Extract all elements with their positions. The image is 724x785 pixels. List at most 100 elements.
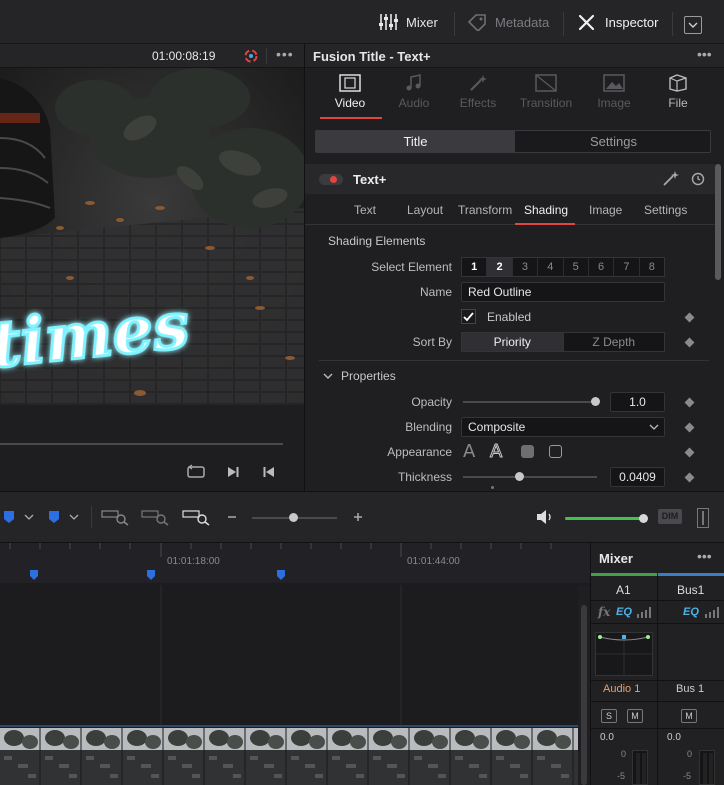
solo-button-a1[interactable]: S: [601, 709, 617, 723]
element-5[interactable]: 5: [564, 258, 589, 276]
subtab-transform[interactable]: Transform: [458, 203, 512, 217]
segment-settings[interactable]: Settings: [516, 131, 711, 152]
magic-wand-icon[interactable]: [662, 171, 680, 187]
element-4[interactable]: 4: [538, 258, 564, 276]
fader-a1[interactable]: [632, 750, 648, 785]
segment-title[interactable]: Title: [316, 131, 515, 152]
dim-button[interactable]: DIM: [658, 509, 682, 524]
mixer-panel: Mixer ••• A1 Bus1 fx EQ EQ Audio 1 Bus 1…: [590, 543, 724, 785]
enabled-checkbox[interactable]: [461, 309, 476, 324]
go-to-start-icon[interactable]: [262, 465, 276, 479]
keyframe-thickness[interactable]: [684, 472, 695, 483]
top-toolbar: Mixer Metadata Inspector: [0, 0, 724, 44]
keyframe-blending[interactable]: [684, 422, 695, 433]
timeline-ruler[interactable]: 01:01:18:00 01:01:44:00: [0, 543, 590, 585]
tracks-scrollbar[interactable]: [578, 585, 590, 785]
zoom-custom-icon[interactable]: [182, 508, 212, 526]
name-input[interactable]: Red Outline: [461, 282, 665, 302]
fx-button[interactable]: fx: [598, 605, 610, 619]
thickness-slider[interactable]: [463, 472, 597, 489]
tool-enable-toggle[interactable]: [319, 174, 343, 185]
element-8[interactable]: 8: [640, 258, 664, 276]
opacity-value: 1.0: [629, 395, 646, 409]
volume-slider[interactable]: [565, 514, 648, 523]
blending-select[interactable]: Composite: [461, 417, 665, 437]
thickness-slider-handle[interactable]: [515, 472, 524, 481]
reset-icon[interactable]: [690, 171, 706, 187]
subtab-layout[interactable]: Layout: [407, 203, 443, 217]
appearance-box-icon[interactable]: [549, 445, 562, 458]
speaker-icon[interactable]: [535, 508, 555, 526]
flag-icon[interactable]: [3, 510, 15, 524]
thickness-input[interactable]: 0.0409: [610, 467, 665, 487]
zoom-in-icon[interactable]: [352, 511, 364, 523]
tab-audio[interactable]: Audio: [384, 74, 444, 110]
next-frame-icon[interactable]: [226, 465, 240, 479]
opacity-input[interactable]: 1.0: [610, 392, 665, 412]
inspector-options-icon[interactable]: •••: [697, 46, 712, 62]
marker-icon[interactable]: [276, 569, 286, 581]
marker-icon[interactable]: [48, 510, 60, 524]
tab-video[interactable]: Video: [320, 74, 380, 110]
fader-bus1[interactable]: [699, 750, 715, 785]
segment-settings-label: Settings: [590, 134, 637, 149]
appearance-solid-icon[interactable]: A: [463, 441, 475, 462]
meter-toggle[interactable]: [697, 508, 709, 528]
appearance-outline-icon[interactable]: A: [489, 441, 502, 463]
subtab-settings[interactable]: Settings: [644, 203, 687, 217]
element-7[interactable]: 7: [614, 258, 640, 276]
channel-a1-level: 0.0: [600, 732, 614, 743]
appearance-sliced-icon[interactable]: [521, 445, 534, 458]
tab-file[interactable]: File: [648, 74, 708, 110]
keyframe-opacity[interactable]: [684, 397, 695, 408]
subtab-text[interactable]: Text: [354, 203, 376, 217]
eq-button-a1[interactable]: EQ: [616, 606, 632, 618]
marker-icon[interactable]: [29, 569, 39, 581]
color-wheel-icon[interactable]: [243, 48, 259, 64]
inspector-scrollbar[interactable]: [715, 164, 721, 280]
timeline-tracks[interactable]: [0, 585, 590, 785]
zoom-detail-icon[interactable]: [141, 508, 171, 526]
marker-icon[interactable]: [146, 569, 156, 581]
inspector-button[interactable]: Inspector: [577, 0, 658, 44]
loop-icon[interactable]: [186, 464, 206, 480]
pan-control[interactable]: [595, 632, 653, 676]
subtab-shading[interactable]: Shading: [524, 203, 568, 217]
opacity-slider[interactable]: [463, 397, 600, 406]
opacity-slider-handle[interactable]: [591, 397, 600, 406]
viewer-options-icon[interactable]: •••: [276, 46, 294, 62]
metadata-button[interactable]: Metadata: [467, 0, 549, 44]
zoom-full-icon[interactable]: [101, 508, 131, 526]
chevron-down-icon[interactable]: [24, 512, 34, 522]
zoom-slider-handle[interactable]: [289, 513, 298, 522]
zoom-out-icon[interactable]: [226, 511, 238, 523]
scrub-bar[interactable]: [0, 443, 283, 445]
element-6[interactable]: 6: [589, 258, 615, 276]
mute-button-a1[interactable]: M: [627, 709, 643, 723]
chevron-down-icon[interactable]: [322, 370, 334, 382]
element-2[interactable]: 2: [487, 258, 513, 276]
workspace-dropdown-button[interactable]: [684, 16, 702, 34]
video-clip[interactable]: [0, 728, 578, 785]
element-1[interactable]: 1: [462, 258, 488, 276]
chevron-down-icon: [688, 22, 698, 28]
tab-transition[interactable]: Transition: [516, 74, 576, 110]
mixer-button[interactable]: Mixer: [378, 0, 438, 44]
section-properties[interactable]: Properties: [341, 369, 396, 383]
mixer-options-icon[interactable]: •••: [697, 548, 712, 564]
volume-slider-handle[interactable]: [639, 514, 648, 523]
keyframe-enabled[interactable]: [684, 312, 695, 323]
sort-by-priority[interactable]: Priority: [462, 333, 564, 351]
mute-button-bus1[interactable]: M: [681, 709, 697, 723]
element-3[interactable]: 3: [513, 258, 539, 276]
eq-button-bus1[interactable]: EQ: [683, 606, 699, 618]
tab-image[interactable]: Image: [584, 74, 644, 110]
tab-effects[interactable]: Effects: [448, 74, 508, 110]
keyframe-appearance[interactable]: [684, 447, 695, 458]
subtab-image[interactable]: Image: [589, 203, 622, 217]
keyframe-sort-by[interactable]: [684, 337, 695, 348]
sort-by-zdepth[interactable]: Z Depth: [563, 333, 664, 351]
chevron-down-icon[interactable]: [69, 512, 79, 522]
zoom-slider[interactable]: [252, 513, 337, 522]
channel-bus1-name: Bus1: [677, 583, 705, 597]
